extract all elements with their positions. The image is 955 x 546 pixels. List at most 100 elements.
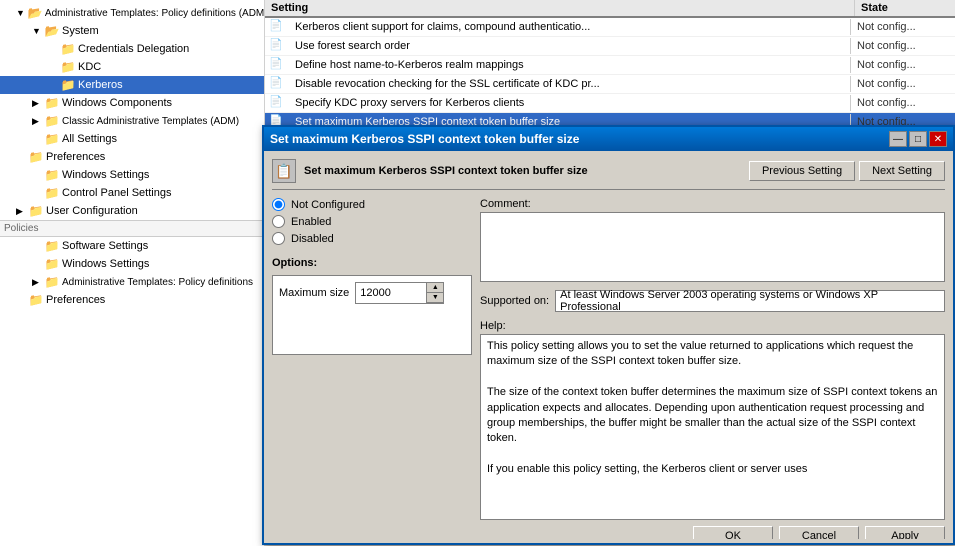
tree-item-kerberos[interactable]: ▶ Kerberos (0, 76, 264, 94)
policy-name-3: Disable revocation checking for the SSL … (289, 76, 851, 92)
tree-item-kdc[interactable]: ▶ KDC (0, 58, 264, 76)
policy-row-3[interactable]: 📄 Disable revocation checking for the SS… (265, 75, 955, 94)
radio-disabled-input[interactable] (272, 232, 285, 245)
policy-row-1[interactable]: 📄 Use forest search order Not config... (265, 37, 955, 56)
folder-icon-admx2 (44, 274, 60, 290)
expand-arrow-user: ▶ (16, 206, 26, 217)
tree-label-system: System (62, 25, 99, 37)
tree-item-winsettings-prefs[interactable]: ▶ Windows Settings (0, 166, 264, 184)
tree-item-userconfig[interactable]: ▶ User Configuration (0, 202, 264, 220)
right-list-panel: Setting State 📄 Kerberos client support … (265, 0, 955, 130)
help-label: Help: (480, 320, 945, 332)
tree-item-wincomponents[interactable]: ▶ Windows Components (0, 94, 264, 112)
policy-icon-dialog: 📋 (272, 159, 296, 183)
spin-down-button[interactable]: ▼ (427, 293, 443, 303)
tree-label-prefs2: Preferences (46, 294, 105, 306)
tree-item-credentials[interactable]: ▶ Credentials Delegation (0, 40, 264, 58)
folder-icon-cpanel (44, 185, 60, 201)
options-section: Options: Maximum size ▲ ▼ (272, 257, 472, 355)
policy-row-4[interactable]: 📄 Specify KDC proxy servers for Kerberos… (265, 94, 955, 113)
policy-name-4: Specify KDC proxy servers for Kerberos c… (289, 95, 851, 111)
radio-disabled-label: Disabled (291, 233, 334, 245)
folder-icon-win2 (44, 256, 60, 272)
tree-item-prefs2[interactable]: ▶ Preferences (0, 291, 264, 309)
folder-open-icon-system (44, 23, 60, 39)
right-section: Comment: Supported on: At least Windows … (480, 198, 945, 520)
close-button[interactable]: ✕ (929, 131, 947, 147)
tree-item-classicadmin[interactable]: ▶ Classic Administrative Templates (ADM) (0, 112, 264, 130)
options-box: Maximum size ▲ ▼ (272, 275, 472, 355)
policy-icon-0: 📄 (269, 19, 285, 35)
radio-not-configured[interactable]: Not Configured (272, 198, 472, 211)
titlebar-buttons: — □ ✕ (889, 131, 947, 147)
max-size-spinbox[interactable]: ▲ ▼ (355, 282, 444, 304)
comment-label: Comment: (480, 198, 945, 210)
tree-item-allsettings[interactable]: ▶ All Settings (0, 130, 264, 148)
tree-label-classic: Classic Administrative Templates (ADM) (62, 116, 239, 127)
policy-title-dialog: Set maximum Kerberos SSPI context token … (304, 165, 749, 177)
spin-up-button[interactable]: ▲ (427, 283, 443, 293)
radio-not-configured-label: Not Configured (291, 199, 365, 211)
spin-arrows: ▲ ▼ (426, 283, 443, 303)
tree-item-cpanel[interactable]: ▶ Control Panel Settings (0, 184, 264, 202)
folder-open-icon (27, 5, 43, 21)
tree-label-kdc: KDC (78, 61, 101, 73)
supported-on-text: At least Windows Server 2003 operating s… (560, 289, 940, 313)
folder-icon-all (44, 131, 60, 147)
previous-setting-button[interactable]: Previous Setting (749, 161, 855, 181)
dialog-content: 📋 Set maximum Kerberos SSPI context toke… (264, 151, 953, 539)
tree-item-swsettings[interactable]: ▶ Software Settings (0, 237, 264, 255)
max-size-row: Maximum size ▲ ▼ (279, 282, 465, 304)
tree-area: ▼ Administrative Templates: Policy defin… (0, 0, 264, 313)
policy-icon-1: 📄 (269, 38, 285, 54)
policy-row-2[interactable]: 📄 Define host name-to-Kerberos realm map… (265, 56, 955, 75)
policy-state-4: Not config... (851, 95, 951, 111)
radio-enabled-input[interactable] (272, 215, 285, 228)
help-paragraph-3: If you enable this policy setting, the K… (487, 462, 938, 477)
supported-on-value: At least Windows Server 2003 operating s… (555, 290, 945, 312)
policy-name-2: Define host name-to-Kerberos realm mappi… (289, 57, 851, 73)
policy-icon-glyph: 📋 (275, 163, 292, 180)
left-section: Not Configured Enabled Disabled Options: (272, 198, 472, 520)
ok-button[interactable]: OK (693, 526, 773, 539)
cancel-button[interactable]: Cancel (779, 526, 859, 539)
expand-arrow-wincomp: ▶ (32, 98, 42, 109)
tree-item-winsettings2[interactable]: ▶ Windows Settings (0, 255, 264, 273)
next-setting-button[interactable]: Next Setting (859, 161, 945, 181)
help-text-box[interactable]: This policy setting allows you to set th… (480, 334, 945, 520)
policy-state-2: Not config... (851, 57, 951, 73)
comment-textarea[interactable] (480, 212, 945, 282)
tree-label-allsettings: All Settings (62, 133, 117, 145)
minimize-button[interactable]: — (889, 131, 907, 147)
folder-icon-wincomp (44, 95, 60, 111)
dialog-title: Set maximum Kerberos SSPI context token … (270, 132, 579, 146)
policy-state-0: Not config... (851, 19, 951, 35)
tree-label-swsettings: Software Settings (62, 240, 148, 252)
tree-label-admx: Administrative Templates: Policy definit… (45, 8, 265, 19)
tree-label-cpanel: Control Panel Settings (62, 187, 171, 199)
tree-item-prefs[interactable]: ▶ Preferences (0, 148, 264, 166)
apply-button[interactable]: Apply (865, 526, 945, 539)
help-paragraph-1: This policy setting allows you to set th… (487, 339, 938, 370)
tree-item-admx2[interactable]: ▶ Administrative Templates: Policy defin… (0, 273, 264, 291)
folder-icon-kerberos (60, 77, 76, 93)
policy-state-3: Not config... (851, 76, 951, 92)
policy-row-0[interactable]: 📄 Kerberos client support for claims, co… (265, 18, 955, 37)
expand-arrow-system: ▼ (32, 26, 42, 36)
folder-icon-winset (44, 167, 60, 183)
tree-item-admx[interactable]: ▼ Administrative Templates: Policy defin… (0, 4, 264, 22)
radio-disabled[interactable]: Disabled (272, 232, 472, 245)
dialog-bottom-buttons: OK Cancel Apply (272, 520, 945, 539)
maximize-button[interactable]: □ (909, 131, 927, 147)
tree-item-system[interactable]: ▼ System (0, 22, 264, 40)
supported-on-label: Supported on: (480, 295, 549, 307)
policy-icon-3: 📄 (269, 76, 285, 92)
policies-section: Policies (0, 220, 264, 237)
col-setting-header: Setting (265, 0, 855, 16)
options-label: Options: (272, 257, 472, 269)
max-size-input[interactable] (356, 283, 426, 303)
folder-icon-prefs2 (28, 292, 44, 308)
radio-not-configured-input[interactable] (272, 198, 285, 211)
expand-arrow-classic: ▶ (32, 116, 42, 127)
radio-enabled[interactable]: Enabled (272, 215, 472, 228)
